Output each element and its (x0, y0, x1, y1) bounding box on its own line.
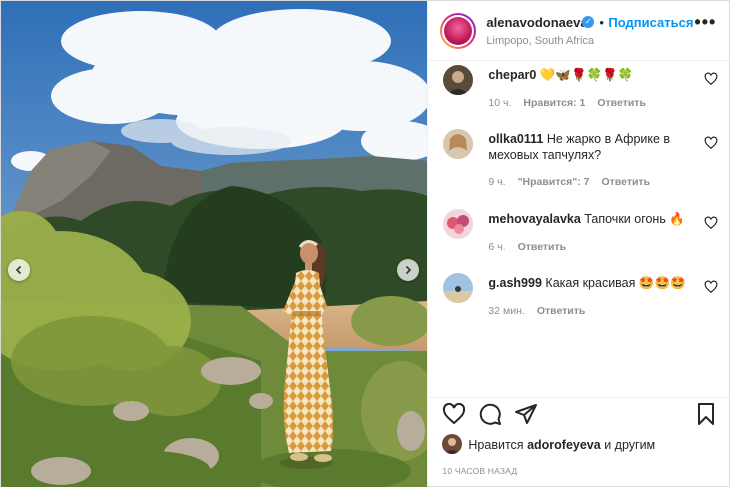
like-comment-heart-icon[interactable] (704, 72, 718, 86)
post-timestamp[interactable]: 10 ЧАСОВ НАЗАД (442, 466, 517, 476)
like-comment-heart-icon[interactable] (704, 136, 718, 150)
comment-text: ollka0111 Не жарко в Африке в меховых та… (488, 132, 671, 162)
like-comment-heart-icon[interactable] (704, 280, 718, 294)
next-photo-button[interactable] (397, 259, 419, 281)
more-options-button[interactable]: ••• (694, 13, 716, 31)
like-heart-icon[interactable] (442, 402, 466, 426)
save-bookmark-icon[interactable] (694, 402, 718, 426)
comment-meta: 9 ч. "Нравится": 7 Ответить (488, 176, 662, 188)
comment-time[interactable]: 10 ч. (488, 97, 511, 109)
comment-time[interactable]: 9 ч. (488, 176, 505, 188)
comment-time[interactable]: 6 ч. (488, 241, 505, 253)
comment-likes-count[interactable]: "Нравится": 7 (518, 176, 590, 188)
post-header: alenavodonaeva ✓ • Подписаться Limpopo, … (428, 1, 730, 61)
comment-meta: 32 мин. Ответить (488, 305, 597, 317)
comments-list[interactable]: chepar0 💛🦋🌹🍀🌹🍀 10 ч. Нравится: 1 Ответить … (428, 61, 730, 397)
post-photo[interactable] (1, 1, 428, 487)
comment-likes-count[interactable]: Нравится: 1 (523, 97, 585, 109)
like-comment-heart-icon[interactable] (704, 216, 718, 230)
liker-avatar[interactable] (442, 434, 463, 454)
chevron-left-icon (15, 265, 22, 275)
commenter-avatar[interactable] (443, 273, 474, 303)
reply-button[interactable]: Ответить (537, 305, 586, 317)
share-paper-plane-icon[interactable] (514, 402, 538, 426)
commenter-avatar[interactable] (443, 129, 474, 159)
comment-time[interactable]: 32 мин. (488, 305, 524, 317)
comment-meta: 10 ч. Нравится: 1 Ответить (488, 97, 658, 109)
comment-text: mehovayalavka Тапочки огонь 🔥 (488, 212, 685, 226)
separator-dot: • (599, 15, 604, 30)
landscape-photo (1, 1, 428, 487)
reply-button[interactable]: Ответить (597, 97, 646, 109)
post-side-panel: alenavodonaeva ✓ • Подписаться Limpopo, … (427, 1, 730, 487)
verified-badge-icon: ✓ (582, 16, 595, 28)
reply-button[interactable]: Ответить (602, 176, 651, 188)
comment-text: g.ash999 Какая красивая 🤩🤩🤩 (488, 276, 686, 290)
commenter-username[interactable]: mehovayalavka (488, 212, 580, 226)
commenter-username[interactable]: g.ash999 (488, 276, 542, 290)
instagram-post: alenavodonaeva ✓ • Подписаться Limpopo, … (0, 0, 730, 487)
follow-button[interactable]: Подписаться (608, 15, 693, 30)
comment-text: chepar0 💛🦋🌹🍀🌹🍀 (488, 68, 634, 82)
commenter-avatar[interactable] (443, 209, 474, 239)
commenter-avatar[interactable] (443, 65, 474, 95)
liker-username[interactable]: adorofeyeva (527, 438, 601, 452)
author-avatar[interactable] (440, 13, 477, 49)
post-location[interactable]: Limpopo, South Africa (486, 35, 594, 47)
post-actions-bar (428, 397, 730, 427)
commenter-username[interactable]: ollka0111 (488, 132, 543, 146)
reply-button[interactable]: Ответить (518, 241, 567, 253)
previous-photo-button[interactable] (8, 259, 30, 281)
chevron-right-icon (405, 265, 412, 275)
comment-meta: 6 ч. Ответить (488, 241, 578, 253)
comment-bubble-icon[interactable] (478, 402, 502, 426)
author-username[interactable]: alenavodonaeva (486, 15, 587, 30)
commenter-username[interactable]: chepar0 (488, 68, 536, 82)
likes-summary[interactable]: Нравится adorofeyeva и другим (468, 438, 655, 452)
